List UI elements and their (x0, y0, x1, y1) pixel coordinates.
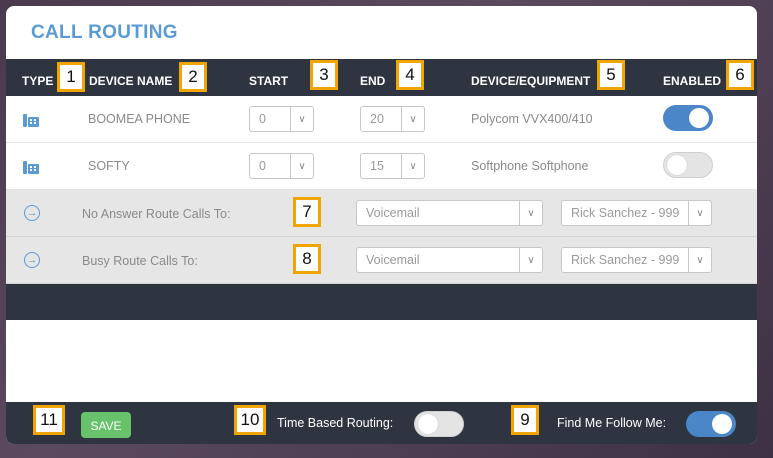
annotation-badge: 11 (33, 405, 65, 435)
annotation-badge: 1 (57, 62, 85, 92)
start-value: 0 (259, 112, 266, 126)
annotation-badge: 10 (234, 405, 266, 435)
arrow-right-circle-icon[interactable]: → (24, 252, 40, 268)
save-button[interactable]: SAVE (81, 412, 131, 438)
chevron-down-icon: ∨ (290, 107, 313, 131)
table-row: BOOMEA PHONE 0 ∨ 20 ∨ Polycom VVX400/410 (6, 96, 757, 143)
device-name: BOOMEA PHONE (88, 112, 191, 126)
chevron-down-icon: ∨ (290, 154, 313, 178)
route-label: No Answer Route Calls To: (82, 207, 231, 221)
footer-bar: SAVE Time Based Routing: Find Me Follow … (6, 402, 757, 444)
start-value: 0 (259, 159, 266, 173)
enabled-toggle[interactable] (663, 152, 713, 178)
route-row: → No Answer Route Calls To: Voicemail ∨ … (6, 190, 757, 237)
route-user-select[interactable]: Rick Sanchez - 999 ∨ (561, 200, 712, 226)
col-enabled: ENABLED (663, 74, 722, 88)
annotation-badge: 8 (293, 244, 321, 274)
call-routing-panel: CALL ROUTING TYPE DEVICE NAME START END … (6, 6, 757, 444)
annotation-badge: 7 (293, 197, 321, 227)
route-row: → Busy Route Calls To: Voicemail ∨ Rick … (6, 237, 757, 284)
route-target-value: Voicemail (366, 253, 420, 267)
device-equipment: Softphone Softphone (471, 159, 589, 173)
route-user-select[interactable]: Rick Sanchez - 999 ∨ (561, 247, 712, 273)
route-target-select[interactable]: Voicemail ∨ (356, 200, 543, 226)
annotation-badge: 6 (726, 60, 754, 90)
chevron-down-icon: ∨ (688, 248, 711, 272)
chevron-down-icon: ∨ (401, 107, 424, 131)
chevron-down-icon: ∨ (401, 154, 424, 178)
device-equipment: Polycom VVX400/410 (471, 112, 593, 126)
route-target-value: Voicemail (366, 206, 420, 220)
annotation-badge: 5 (597, 60, 625, 90)
start-select[interactable]: 0 ∨ (249, 106, 314, 132)
annotation-badge: 2 (179, 62, 207, 92)
route-user-value: Rick Sanchez - 999 (571, 253, 680, 267)
table-footer-bar (6, 284, 757, 320)
col-type: TYPE (22, 74, 54, 88)
chevron-down-icon: ∨ (519, 248, 542, 272)
chevron-down-icon: ∨ (519, 201, 542, 225)
page-title: CALL ROUTING (31, 22, 178, 43)
route-label: Busy Route Calls To: (82, 254, 198, 268)
end-value: 20 (370, 112, 384, 126)
route-user-value: Rick Sanchez - 999 (571, 206, 680, 220)
end-select[interactable]: 15 ∨ (360, 153, 425, 179)
device-name: SOFTY (88, 159, 130, 173)
find-me-follow-me-label: Find Me Follow Me: (557, 416, 667, 430)
desk-phone-icon (23, 161, 39, 174)
enabled-toggle[interactable] (663, 105, 713, 131)
col-start: START (249, 74, 289, 88)
arrow-right-circle-icon[interactable]: → (24, 205, 40, 221)
time-based-routing-toggle[interactable] (414, 411, 464, 437)
table-row: SOFTY 0 ∨ 15 ∨ Softphone Softphone (6, 143, 757, 190)
col-end: END (360, 74, 386, 88)
time-based-routing-label: Time Based Routing: (277, 416, 394, 430)
start-select[interactable]: 0 ∨ (249, 153, 314, 179)
annotation-badge: 4 (396, 60, 424, 90)
end-value: 15 (370, 159, 384, 173)
find-me-follow-me-toggle[interactable] (686, 411, 736, 437)
route-target-select[interactable]: Voicemail ∨ (356, 247, 543, 273)
chevron-down-icon: ∨ (688, 201, 711, 225)
col-device-name: DEVICE NAME (89, 74, 173, 88)
end-select[interactable]: 20 ∨ (360, 106, 425, 132)
desk-phone-icon (23, 114, 39, 127)
annotation-badge: 9 (511, 405, 539, 435)
col-equipment: DEVICE/EQUIPMENT (471, 74, 591, 88)
annotation-badge: 3 (310, 60, 338, 90)
